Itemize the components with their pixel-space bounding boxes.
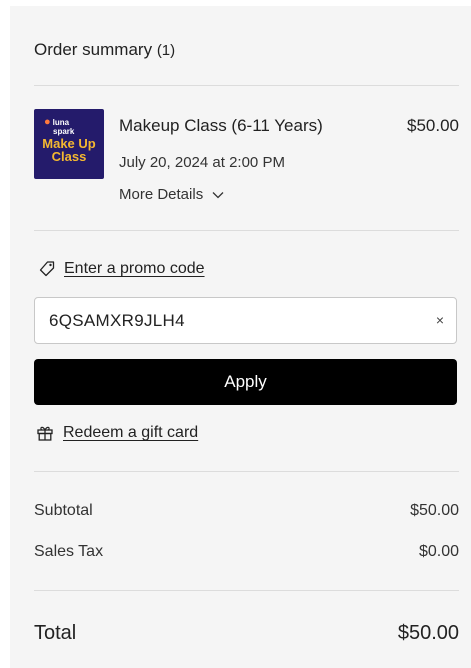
tag-icon: [39, 261, 55, 277]
promo-code-value: 6QSAMXR9JLH4: [49, 311, 185, 330]
thumbnail-brand-line2: spark: [53, 127, 75, 136]
promo-code-input[interactable]: 6QSAMXR9JLH4 ×: [34, 297, 457, 344]
thumbnail-brand-logo: ● luna spark: [44, 116, 76, 137]
sales-tax-label: Sales Tax: [34, 543, 104, 560]
item-name: Makeup Class (6-11 Years): [119, 116, 323, 135]
order-summary-title-text: Order summary: [34, 40, 153, 59]
divider: [34, 230, 459, 231]
divider: [34, 85, 459, 86]
more-details-label: More Details: [119, 186, 204, 203]
close-icon[interactable]: ×: [436, 312, 444, 328]
brand-flame-icon: ●: [44, 116, 51, 128]
enter-promo-code-label: Enter a promo code: [64, 260, 205, 277]
sales-tax-value: $0.00: [418, 543, 459, 560]
divider: [34, 471, 459, 472]
item-thumbnail: ● luna spark Make Up Class: [34, 109, 104, 179]
thumbnail-brand-line1: luna: [52, 118, 70, 127]
order-summary-title: Order summary (1): [34, 40, 175, 60]
item-date: July 20, 2024 at 2:00 PM: [119, 154, 285, 171]
subtotal-value: $50.00: [410, 502, 459, 519]
chevron-down-icon: [212, 191, 224, 198]
thumbnail-title: Make Up Class: [34, 137, 104, 163]
more-details-toggle[interactable]: More Details: [119, 186, 225, 203]
order-summary-panel: Order summary (1) ● luna spark Make Up Cl…: [10, 6, 471, 668]
divider: [34, 590, 459, 591]
redeem-gift-card-link[interactable]: Redeem a gift card: [36, 424, 198, 442]
total-label: Total: [34, 622, 77, 644]
apply-button[interactable]: Apply: [34, 359, 457, 405]
subtotal-label: Subtotal: [34, 502, 93, 519]
enter-promo-code-link[interactable]: Enter a promo code: [38, 260, 205, 278]
order-item-count: (1): [156, 42, 176, 59]
gift-icon: [37, 426, 53, 441]
redeem-gift-card-label: Redeem a gift card: [63, 424, 199, 441]
thumbnail-title-line2: Class: [51, 149, 87, 164]
item-price: $50.00: [407, 116, 459, 135]
total-value: $50.00: [397, 622, 459, 644]
